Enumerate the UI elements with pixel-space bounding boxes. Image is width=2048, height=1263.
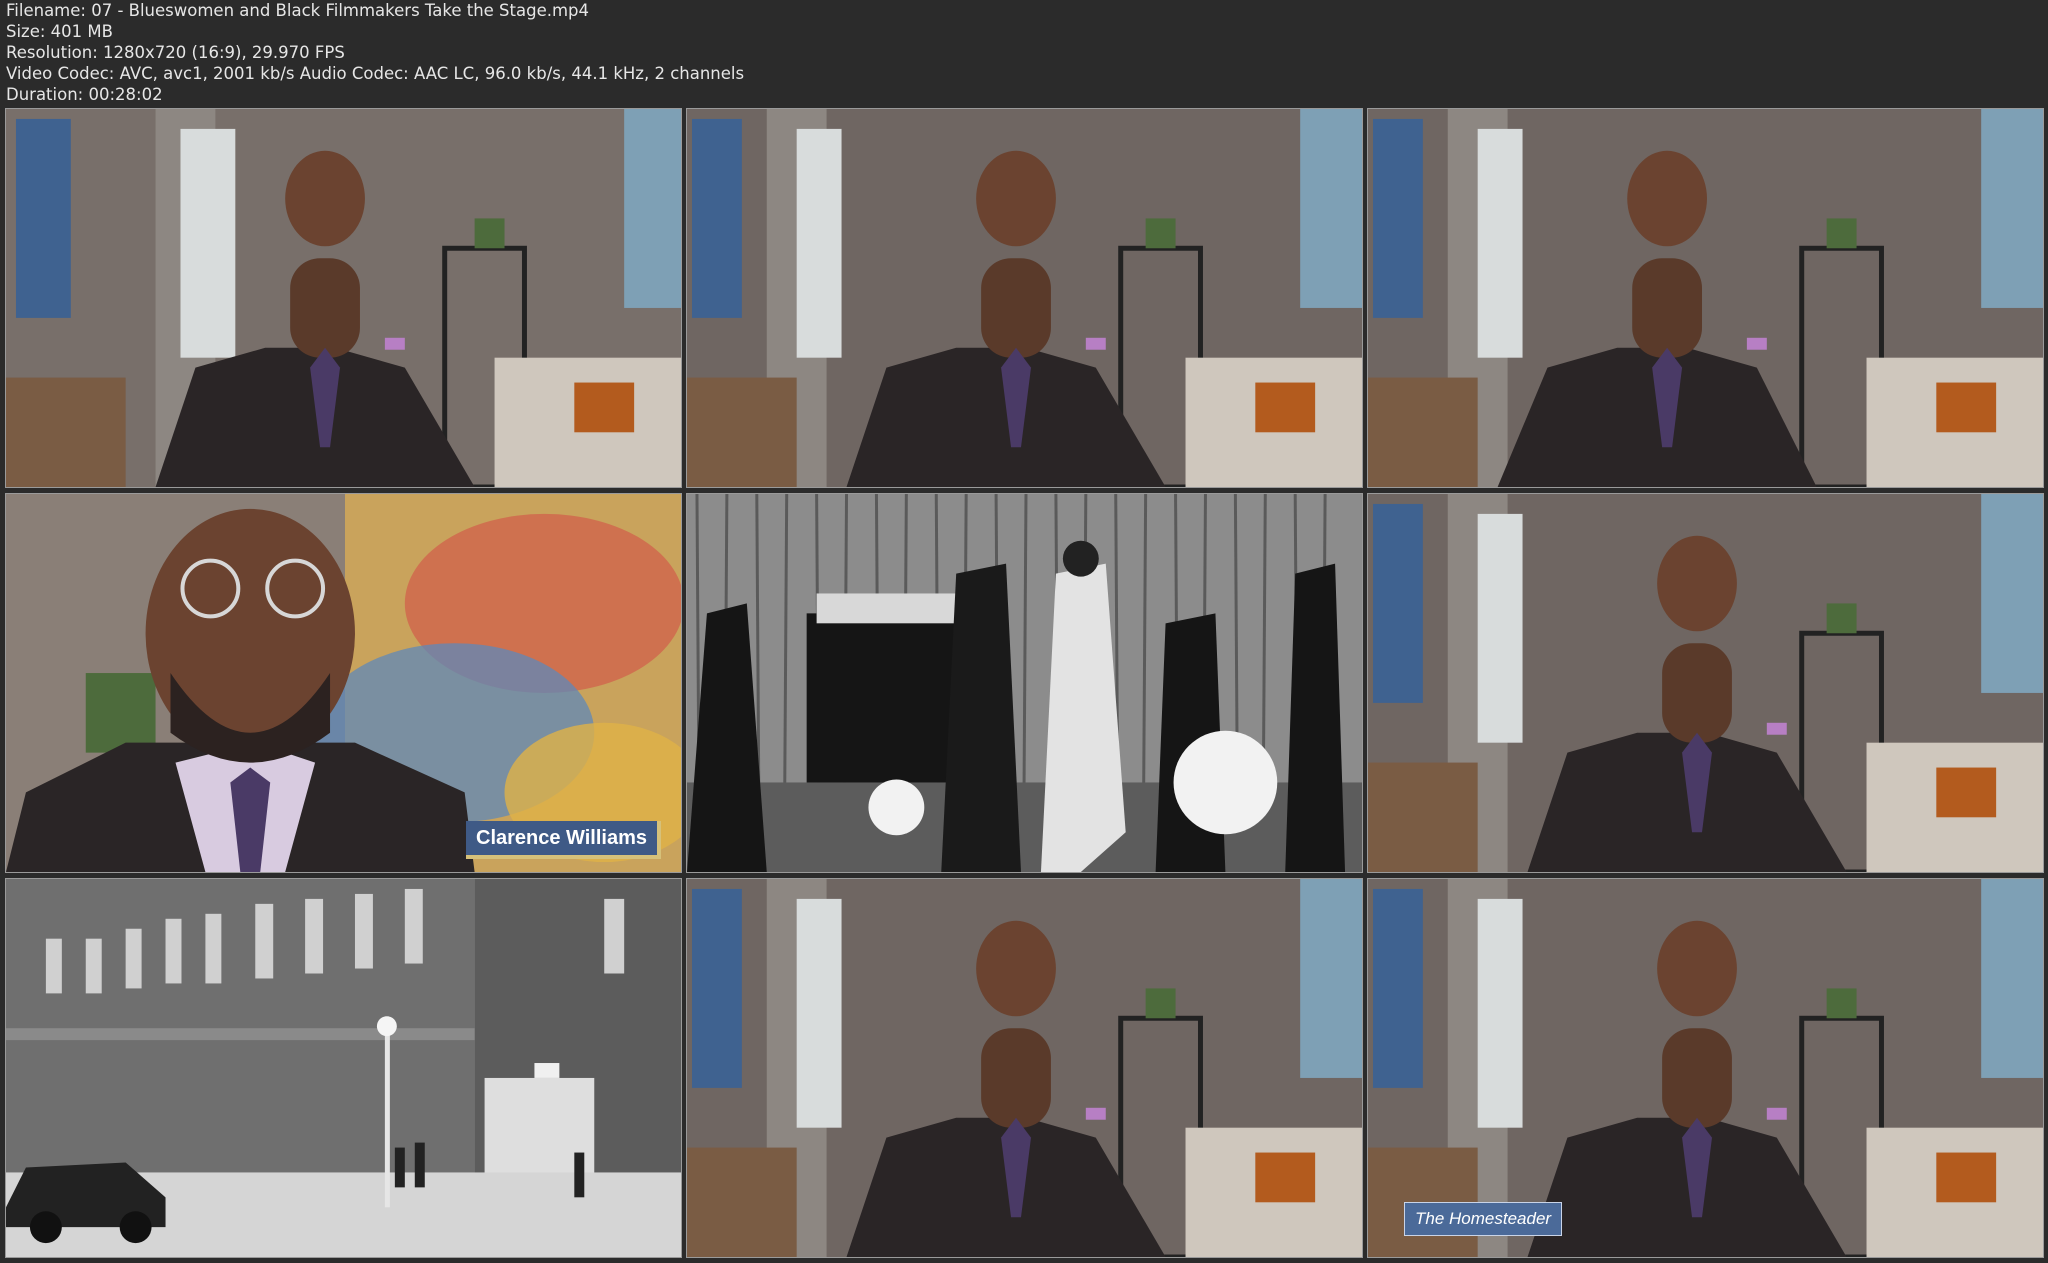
thumbnail-9[interactable]: The Homesteader: [1367, 878, 2044, 1258]
host-studio-frame: [6, 109, 681, 487]
host-studio-frame: [687, 109, 1362, 487]
host-closeup-frame: [6, 494, 681, 872]
host-studio-frame: [1368, 879, 2043, 1257]
caption-label: Clarence Williams: [466, 821, 662, 859]
archival-street-frame: [6, 879, 681, 1257]
thumbnail-grid: Clarence Williams The Homesteader: [0, 0, 2048, 1263]
caption-label: The Homesteader: [1404, 1202, 1563, 1236]
host-studio-frame: [1368, 109, 2043, 487]
thumbnail-6[interactable]: [1367, 493, 2044, 873]
thumbnail-3[interactable]: [1367, 108, 2044, 488]
archival-band-frame: [687, 494, 1362, 872]
thumbnail-4[interactable]: Clarence Williams: [5, 493, 682, 873]
thumbnail-2[interactable]: [686, 108, 1363, 488]
thumbnail-8[interactable]: [686, 878, 1363, 1258]
host-studio-frame: [687, 879, 1362, 1257]
thumbnail-7[interactable]: [5, 878, 682, 1258]
host-studio-frame: [1368, 494, 2043, 872]
thumbnail-5[interactable]: [686, 493, 1363, 873]
thumbnail-1[interactable]: [5, 108, 682, 488]
